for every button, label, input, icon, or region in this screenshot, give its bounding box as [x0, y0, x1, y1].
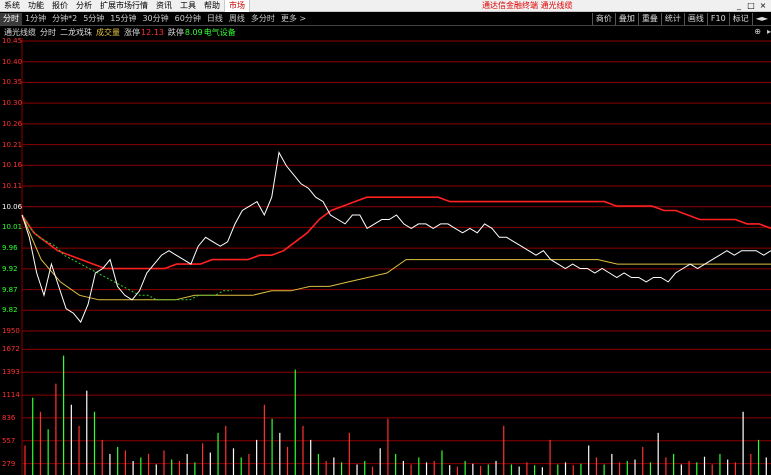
- toolbar-button[interactable]: 统计: [660, 13, 684, 25]
- price-tick-label: 10.30: [2, 99, 23, 108]
- price-tick-label: 9.92: [2, 264, 18, 273]
- volume-tick-label: 1672: [2, 345, 20, 354]
- menu-item[interactable]: 报价: [48, 0, 72, 12]
- menu-item[interactable]: 资讯: [152, 0, 176, 12]
- period-tab[interactable]: 更多 >: [278, 13, 309, 25]
- price-tick-label: 9.96: [2, 244, 18, 253]
- add-icon[interactable]: ⊕: [754, 27, 761, 36]
- series-price: [21, 150, 771, 324]
- menu-item[interactable]: 扩展市场行情: [96, 0, 152, 12]
- price-tick-label: 1950: [2, 327, 20, 335]
- price-tick-label: 10.45: [2, 37, 23, 45]
- menu-item[interactable]: 系统: [0, 0, 24, 12]
- app-title: 通达信金融终端 通光线缆: [482, 1, 573, 10]
- menu-market[interactable]: 市场: [224, 0, 250, 12]
- price-tick-label: 9.82: [2, 306, 18, 315]
- limit-up-value: 12.13: [141, 28, 164, 37]
- price-tick-label: 10.06: [2, 202, 23, 211]
- price-tick-label: 10.26: [2, 119, 23, 128]
- expand-icon[interactable]: ▸: [767, 27, 771, 36]
- volume-tick-label: 279: [2, 459, 16, 468]
- price-tick-label: 10.40: [2, 57, 23, 66]
- toolbar-button[interactable]: 叠加: [614, 13, 638, 25]
- period-tab[interactable]: 周线: [226, 13, 248, 25]
- period-tab[interactable]: 1分钟: [22, 13, 49, 25]
- toolbar-button[interactable]: ◄►: [751, 13, 771, 25]
- volume-tick-label: 1393: [2, 368, 20, 377]
- price-tick-label: 10.21: [2, 140, 23, 149]
- period-tab[interactable]: 分时: [0, 13, 22, 25]
- price-tick-label: 10.35: [2, 78, 23, 87]
- close-icon[interactable]: ×: [757, 0, 769, 12]
- toolbar-button[interactable]: F10: [706, 13, 729, 25]
- period-tab[interactable]: 5分钟: [80, 13, 107, 25]
- period-tab[interactable]: 分钟*2: [49, 13, 80, 25]
- series-ma-red: [21, 196, 771, 270]
- period-tab[interactable]: 15分钟: [107, 13, 139, 25]
- price-tick-label: 10.11: [2, 182, 23, 190]
- volume-tick-label: 557: [2, 436, 16, 445]
- toolbar-button[interactable]: 画线: [683, 13, 707, 25]
- menu-bar: 系统 功能 报价 分析 扩展市场行情 资讯 工具 帮助 市场 通达信金融终端 通光线缆 _ □ …: [0, 0, 771, 12]
- price-tick-label: 10.01: [2, 223, 23, 232]
- limit-down-value: 8.09: [184, 28, 203, 37]
- price-tick-label: 9.87: [2, 285, 18, 294]
- minimize-icon[interactable]: _: [733, 0, 745, 12]
- price-tick-label: 10.16: [2, 161, 23, 170]
- toolbar-button[interactable]: 标记: [728, 13, 752, 25]
- period-tab[interactable]: 日线: [204, 13, 226, 25]
- volume-tick-label: 836: [2, 413, 16, 422]
- info-bar: 通光线缆 分时 二龙戏珠 成交量 涨停 12.13 跌停 8.09 电气设备 ⊕…: [0, 27, 771, 38]
- period-tab[interactable]: 60分钟: [172, 13, 204, 25]
- sector-name[interactable]: 电气设备: [204, 27, 236, 38]
- toolbar-button[interactable]: 商价: [591, 13, 615, 25]
- chart-mode: 分时: [40, 28, 56, 37]
- menu-item[interactable]: 工具: [176, 0, 200, 12]
- period-toolbar: 分时 1分钟 分钟*2 5分钟 15分钟 30分钟 60分钟 日线 周线 多分时 更多 > 商价 叠加重…: [0, 13, 771, 26]
- volume-label: 成交量: [96, 28, 120, 37]
- indicator-name[interactable]: 二龙戏珠: [60, 27, 92, 38]
- menu-item[interactable]: 功能: [24, 0, 48, 12]
- volume-tick-label: 1114: [2, 391, 20, 400]
- maximize-icon[interactable]: □: [745, 0, 757, 12]
- limit-up-label: 涨停: [124, 28, 140, 37]
- menu-item[interactable]: 帮助: [200, 0, 224, 12]
- period-tab[interactable]: 多分时: [248, 13, 278, 25]
- limit-down-label: 跌停: [167, 28, 184, 37]
- period-tab[interactable]: 30分钟: [139, 13, 171, 25]
- menu-item[interactable]: 分析: [72, 0, 96, 12]
- toolbar-right: 商价 叠加 重叠 统计 画线 F10 标记 ◄►: [591, 13, 771, 25]
- intraday-chart[interactable]: [0, 38, 771, 475]
- window-controls: _ □ ×: [733, 0, 769, 12]
- toolbar-button[interactable]: 重叠: [637, 13, 661, 25]
